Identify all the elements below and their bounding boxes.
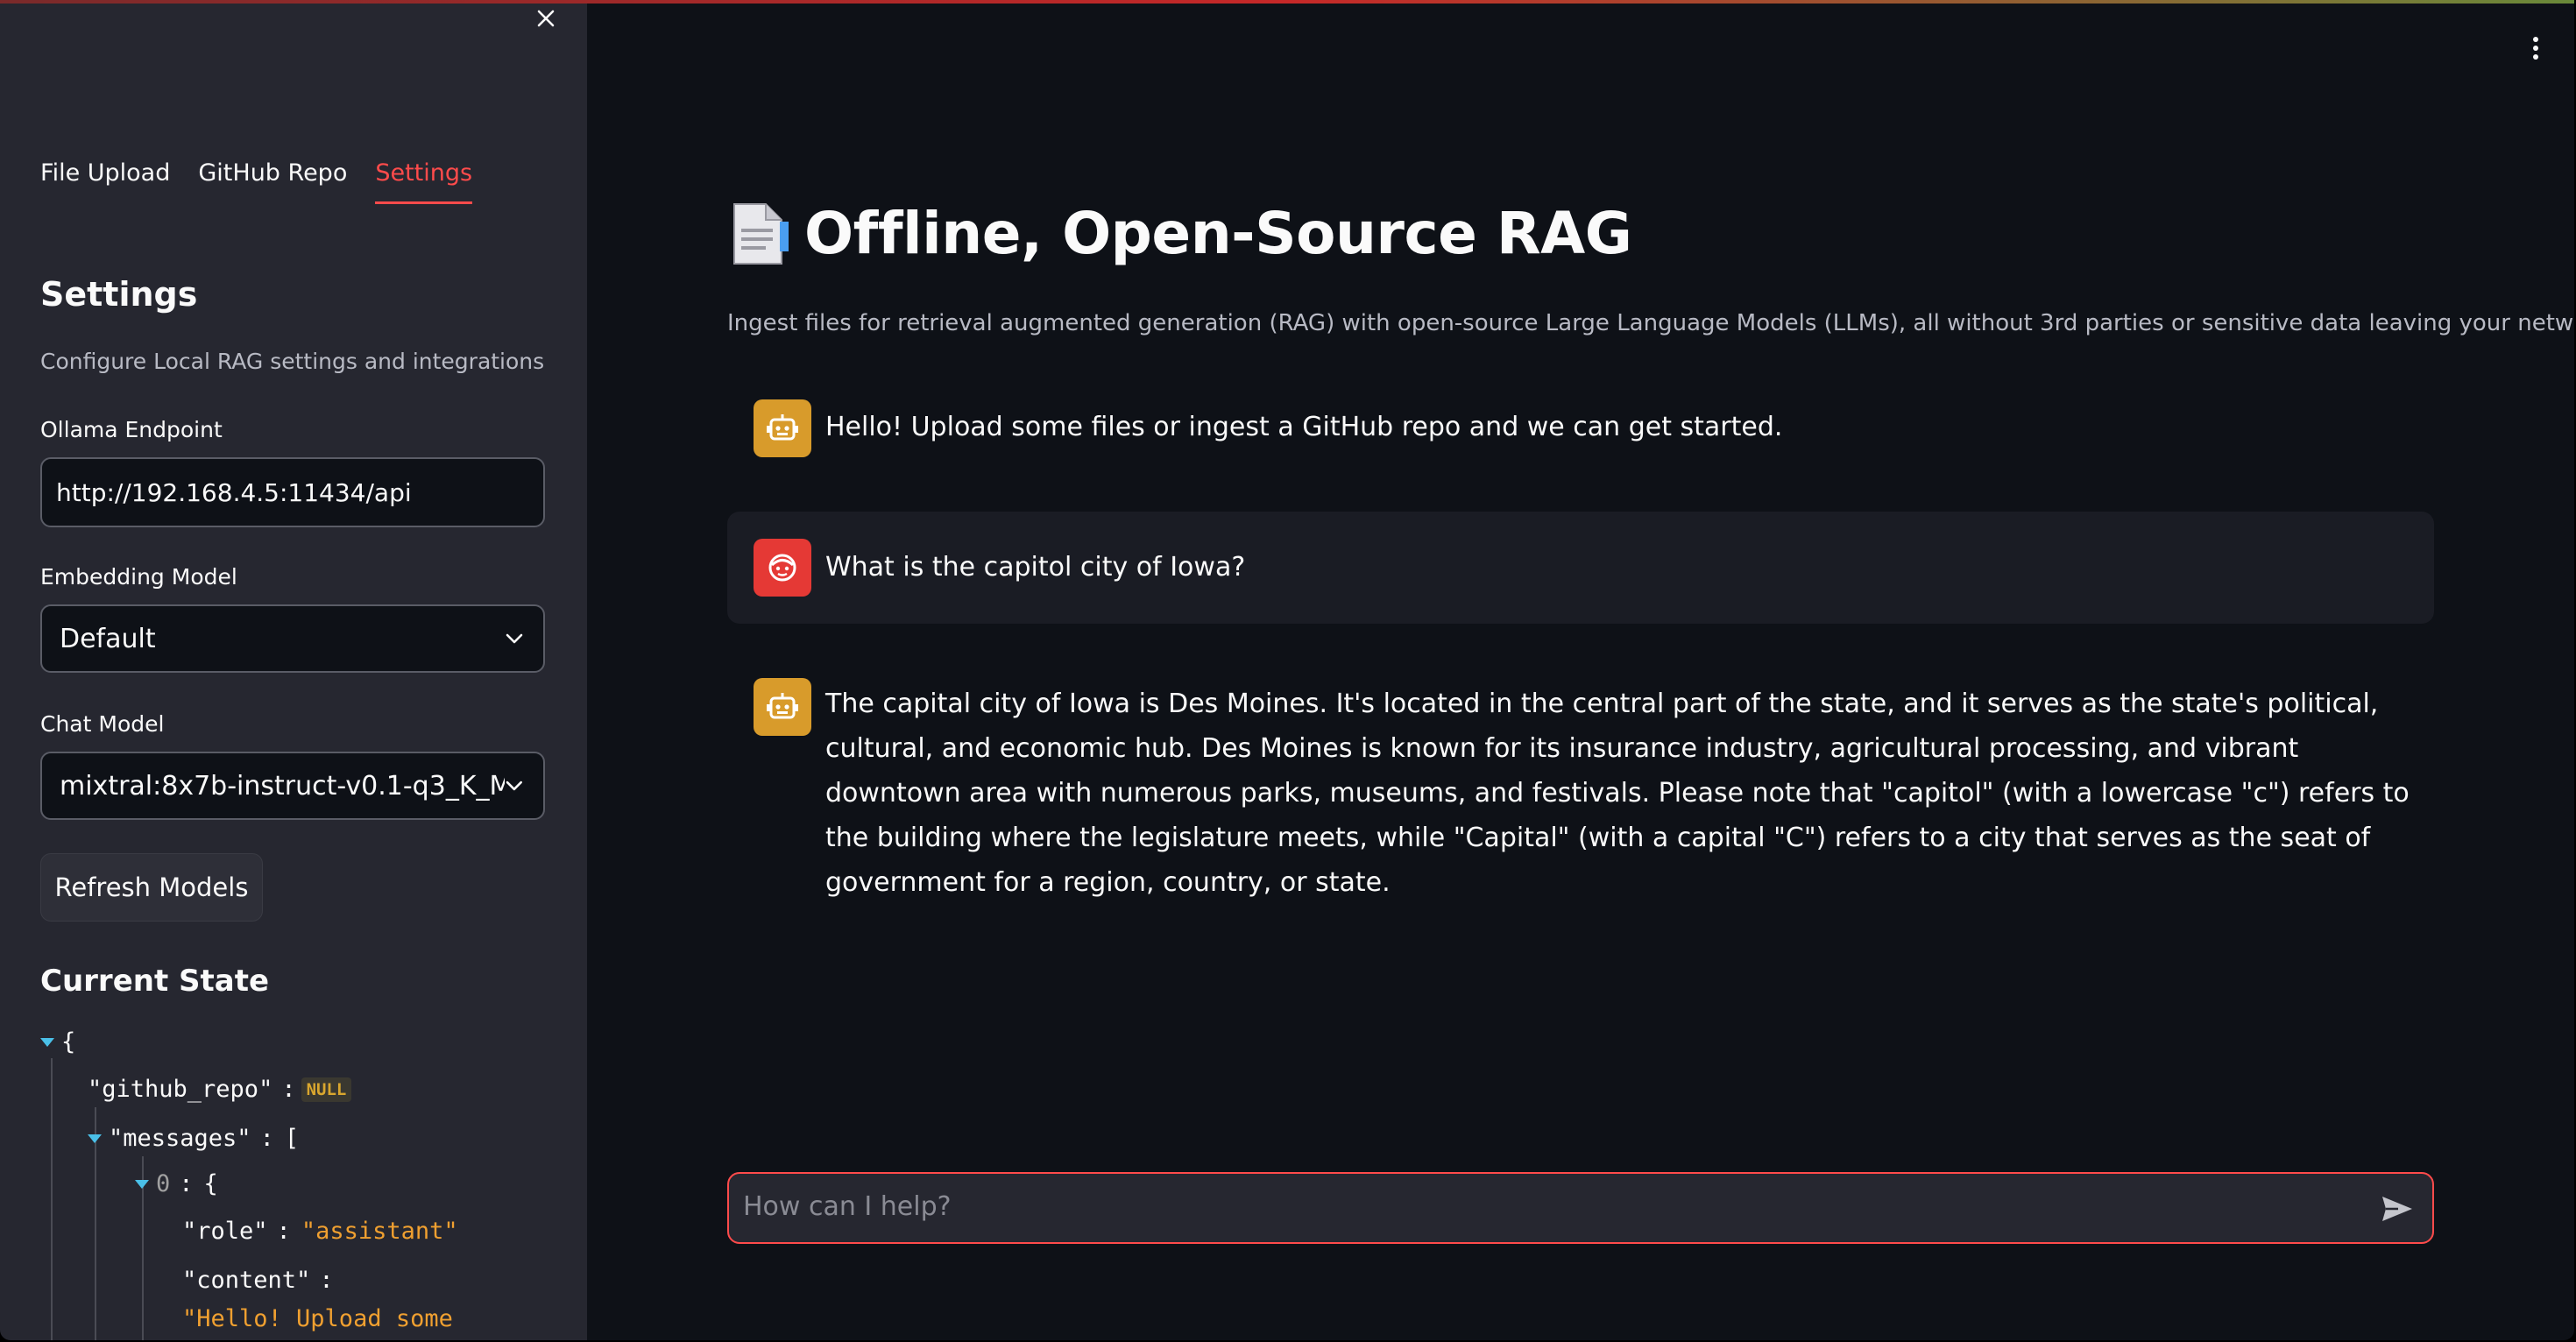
page-title: Offline, Open-Source RAG <box>804 200 1632 267</box>
collapse-caret-icon[interactable] <box>40 1037 54 1047</box>
chat-model-select[interactable]: mixtral:8x7b-instruct-v0.1-q3_K_M <box>40 752 545 820</box>
message-text: Hello! Upload some files or ingest a Git… <box>825 412 1783 442</box>
state-json-viewer: { "github_repo" : NULL "messages" : [ 0 … <box>40 1028 566 1340</box>
assistant-avatar <box>754 678 811 736</box>
ollama-endpoint-label: Ollama Endpoint <box>40 417 223 442</box>
collapse-caret-icon[interactable] <box>135 1179 149 1189</box>
json-key: "role" <box>182 1218 268 1245</box>
json-key: "github_repo" <box>88 1076 273 1103</box>
json-root-line: { <box>40 1028 75 1056</box>
json-string-value: "assistant" <box>301 1218 458 1245</box>
sidebar-tabs: File Upload GitHub Repo Settings <box>40 159 472 204</box>
main-menu-button[interactable] <box>2525 33 2546 63</box>
json-string-value: "Hello! Upload some <box>182 1305 453 1332</box>
tab-file-upload[interactable]: File Upload <box>40 159 170 204</box>
chevron-down-icon <box>506 780 523 791</box>
robot-icon <box>767 693 798 719</box>
send-button[interactable] <box>2378 1190 2417 1228</box>
document-icon <box>733 202 789 265</box>
send-icon <box>2382 1197 2412 1221</box>
main-content: Offline, Open-Source RAG Ingest files fo… <box>587 4 2574 1340</box>
close-icon <box>537 10 555 27</box>
chat-input-placeholder: How can I help? <box>743 1191 952 1222</box>
embedding-model-label: Embedding Model <box>40 564 237 590</box>
json-role-line: "role" : "assistant" <box>182 1218 458 1245</box>
tab-settings[interactable]: Settings <box>375 159 472 204</box>
current-state-heading: Current State <box>40 964 270 999</box>
close-sidebar-button[interactable] <box>527 4 564 33</box>
page-subtitle: Ingest files for retrieval augmented gen… <box>727 310 2574 336</box>
chat-input[interactable]: How can I help? <box>727 1172 2434 1244</box>
json-messages-line: "messages" : [ <box>88 1125 299 1152</box>
chat-message-user: What is the capitol city of Iowa? <box>727 512 2434 624</box>
json-content-line: "content" : <box>182 1267 334 1294</box>
ollama-endpoint-input[interactable] <box>40 457 545 527</box>
settings-caption: Configure Local RAG settings and integra… <box>40 349 545 374</box>
json-key: "content" <box>182 1267 311 1294</box>
user-avatar <box>754 539 811 597</box>
refresh-models-button[interactable]: Refresh Models <box>40 853 263 922</box>
menu-dot <box>2533 46 2538 51</box>
page-title-row: Offline, Open-Source RAG <box>725 200 1632 267</box>
menu-dot <box>2533 54 2538 60</box>
json-github-repo-line: "github_repo" : NULL <box>88 1076 352 1103</box>
json-key: "messages" <box>109 1125 251 1152</box>
json-guide-line <box>51 1058 53 1340</box>
chat-message-assistant: The capital city of Iowa is Des Moines. … <box>727 659 2434 898</box>
chevron-down-icon <box>506 633 523 644</box>
robot-icon <box>767 414 798 441</box>
tab-github-repo[interactable]: GitHub Repo <box>198 159 347 204</box>
menu-dot <box>2533 37 2538 42</box>
json-content-value-line: "Hello! Upload some <box>182 1305 453 1332</box>
sidebar: File Upload GitHub Repo Settings Setting… <box>0 4 587 1340</box>
message-text: What is the capitol city of Iowa? <box>825 552 1246 583</box>
message-text: The capital city of Iowa is Des Moines. … <box>825 689 2410 898</box>
chat-model-label: Chat Model <box>40 711 165 737</box>
embedding-model-select[interactable]: Default <box>40 604 545 673</box>
collapse-caret-icon[interactable] <box>88 1134 102 1143</box>
null-badge: NULL <box>301 1077 352 1102</box>
assistant-avatar <box>754 399 811 457</box>
chat-message-assistant: Hello! Upload some files or ingest a Git… <box>727 380 2434 477</box>
chat-model-value: mixtral:8x7b-instruct-v0.1-q3_K_M <box>60 770 506 802</box>
embedding-model-value: Default <box>60 623 156 654</box>
face-icon <box>768 554 796 582</box>
json-index-line: 0 : { <box>135 1170 218 1197</box>
settings-heading: Settings <box>40 275 198 314</box>
app-window: File Upload GitHub Repo Settings Setting… <box>0 0 2574 1340</box>
